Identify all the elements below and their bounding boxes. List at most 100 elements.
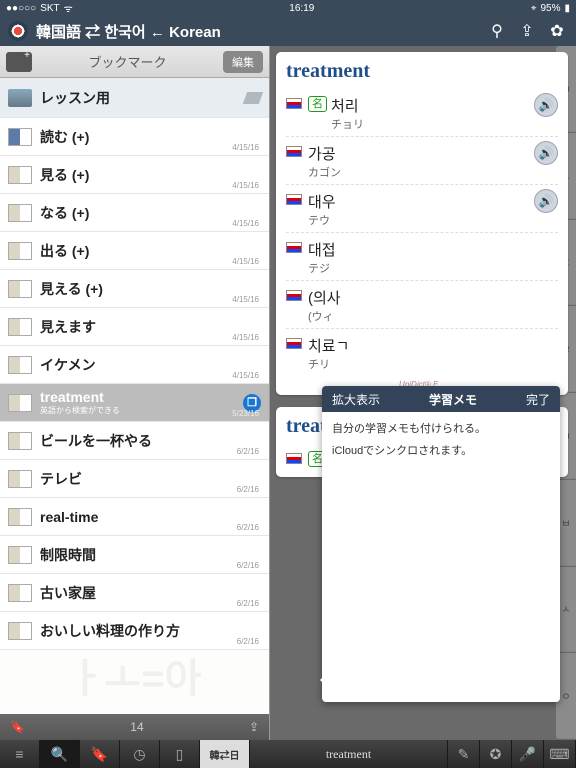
share-icon[interactable]: ⇪ bbox=[516, 20, 538, 42]
current-word: treatment bbox=[250, 740, 448, 768]
korean-text: (의사 bbox=[308, 287, 341, 308]
flag-kr-icon bbox=[286, 290, 302, 301]
tag-icon[interactable]: 🔖 bbox=[10, 720, 25, 734]
memo-line: 自分の学習メモも付けられる。 bbox=[332, 420, 550, 436]
katakana-text: (ウィ bbox=[308, 308, 341, 324]
bookmark-pane: ブックマーク 編集 ㅏㅗ=아 ㅏㅗ=아 レッスン用 読む (+) 4/15/16… bbox=[0, 46, 270, 740]
clock: 16:19 bbox=[289, 3, 314, 14]
bookmark-label: 出る (+) bbox=[40, 241, 89, 261]
speaker-icon[interactable]: 🔊 bbox=[534, 141, 558, 165]
wifi-icon: ᯤ bbox=[64, 1, 73, 15]
bookmark-label: テレビ bbox=[40, 469, 82, 489]
bookmark-label: なる (+) bbox=[40, 203, 89, 223]
keyboard-icon[interactable]: ⌨ bbox=[544, 740, 576, 768]
bookmark-item[interactable]: 読む (+) 4/15/16 bbox=[0, 118, 269, 156]
bookmark-date: 4/15/16 bbox=[232, 333, 259, 342]
flag-kr-icon bbox=[286, 338, 302, 349]
bookmark-label: 読む (+) bbox=[40, 127, 89, 147]
bookmark-count: 14 bbox=[25, 720, 249, 734]
book-icon bbox=[8, 394, 32, 412]
watermark: ㅏㅗ=아 bbox=[68, 646, 202, 704]
bookmark-item[interactable]: 見える (+) 4/15/16 bbox=[0, 270, 269, 308]
bookmark-item[interactable]: 古い家屋 6/2/16 bbox=[0, 574, 269, 612]
flag-kr-icon bbox=[286, 146, 302, 157]
book-icon bbox=[8, 128, 32, 146]
book-icon bbox=[8, 508, 32, 526]
export-icon[interactable]: ⇪ bbox=[249, 720, 259, 734]
gear-icon[interactable]: ✿ bbox=[546, 20, 568, 42]
flag-kr-icon bbox=[286, 242, 302, 253]
memo-title: 学習メモ bbox=[390, 391, 516, 408]
book-icon bbox=[8, 356, 32, 374]
speaker-icon[interactable]: 🔊 bbox=[534, 93, 558, 117]
bottom-toolbar: ≡ 🔍 🔖 ◷ ▯ 韓⇄日 treatment ✎ ✪ 🎤 ⌨ bbox=[0, 740, 576, 768]
pin-icon[interactable]: ⚲ bbox=[486, 20, 508, 42]
memo-textarea[interactable]: 自分の学習メモも付けられる。 iCloudでシンクロされます。 bbox=[322, 412, 560, 702]
katakana-text: テウ bbox=[308, 212, 336, 228]
edit-button[interactable]: 編集 bbox=[223, 51, 263, 73]
korean-text: 가공 bbox=[308, 143, 341, 164]
headword: treatment bbox=[286, 60, 558, 83]
badge-icon[interactable]: ✪ bbox=[480, 740, 512, 768]
eraser-icon[interactable] bbox=[243, 92, 263, 104]
definition-row: 대접 テジ bbox=[286, 233, 558, 281]
bookmark-sub: 英語から検索ができる bbox=[40, 405, 120, 416]
app-logo-icon bbox=[8, 21, 28, 41]
bookmark-item[interactable]: なる (+) 4/15/16 bbox=[0, 194, 269, 232]
bookmark-item[interactable]: 見る (+) 4/15/16 bbox=[0, 156, 269, 194]
bookmark-list: ㅏㅗ=아 ㅏㅗ=아 レッスン用 読む (+) 4/15/16 見る (+) 4/… bbox=[0, 78, 269, 714]
bookmark-label: 見える (+) bbox=[40, 279, 103, 299]
korean-text: 대우 bbox=[308, 191, 336, 212]
bookmark-date: 4/15/16 bbox=[232, 181, 259, 190]
bluetooth-icon: ⌖ bbox=[531, 3, 537, 14]
memo-expand-button[interactable]: 拡大表示 bbox=[322, 391, 390, 408]
menu-icon[interactable]: ≡ bbox=[0, 740, 40, 768]
flag-kr-icon bbox=[286, 98, 302, 109]
bookmark-label: 制限時間 bbox=[40, 545, 96, 565]
bookmark-footer: 🔖 14 ⇪ bbox=[0, 714, 269, 740]
korean-text: 치료ㄱ bbox=[308, 335, 349, 356]
pos-badge: 名 bbox=[308, 96, 327, 112]
bookmark-item[interactable]: おいしい料理の作り方 6/2/16 bbox=[0, 612, 269, 650]
bookmark-date: 6/2/16 bbox=[237, 523, 259, 532]
memo-done-button[interactable]: 完了 bbox=[516, 391, 560, 408]
definition-pane: ㄱㄴㄷㄹㅁㅂㅅㅇ treatment 名 처리 チョリ 🔊 가공 カゴン 🔊 대… bbox=[270, 46, 576, 740]
book-icon bbox=[8, 166, 32, 184]
bookmark-item[interactable]: 出る (+) 4/15/16 bbox=[0, 232, 269, 270]
book-icon bbox=[8, 204, 32, 222]
bookmark-item[interactable]: ビールを一杯やる 6/2/16 bbox=[0, 422, 269, 460]
bookmark-date: 6/2/16 bbox=[237, 561, 259, 570]
book-icon bbox=[8, 280, 32, 298]
bookmark-item[interactable]: 見えます 4/15/16 bbox=[0, 308, 269, 346]
mic-icon[interactable]: 🎤 bbox=[512, 740, 544, 768]
bookmark-title: ブックマーク bbox=[38, 52, 217, 71]
definition-row: 대우 テウ 🔊 bbox=[286, 185, 558, 233]
bookmark-item[interactable]: イケメン 4/15/16 bbox=[0, 346, 269, 384]
katakana-text: カゴン bbox=[308, 164, 341, 180]
bookmark-date: 6/2/16 bbox=[237, 599, 259, 608]
bookmark-label: レッスン用 bbox=[40, 88, 110, 108]
search-icon[interactable]: 🔍 bbox=[40, 740, 80, 768]
bookmark-item[interactable]: 制限時間 6/2/16 bbox=[0, 536, 269, 574]
bookmark-date: 5/23/16 bbox=[232, 409, 259, 418]
history-icon[interactable]: ◷ bbox=[120, 740, 160, 768]
speaker-icon[interactable]: 🔊 bbox=[534, 189, 558, 213]
bookmark-icon[interactable]: 🔖 bbox=[80, 740, 120, 768]
bookmark-item[interactable]: テレビ 6/2/16 bbox=[0, 460, 269, 498]
card-icon[interactable]: ▯ bbox=[160, 740, 200, 768]
signal-dots-icon: ●●○○○ bbox=[6, 3, 36, 14]
bookmark-item[interactable]: treatment英語から検索ができる ❐ 5/23/16 bbox=[0, 384, 269, 422]
memo-line: iCloudでシンクロされます。 bbox=[332, 442, 550, 458]
status-bar: ●●○○○ SKT ᯤ 16:19 ⌖ 95% ▮ bbox=[0, 0, 576, 16]
bookmark-item[interactable]: レッスン用 bbox=[0, 78, 269, 118]
battery-pct: 95% bbox=[540, 3, 560, 14]
lang-toggle[interactable]: 韓⇄日 bbox=[200, 740, 250, 768]
bookmark-item[interactable]: real-time 6/2/16 bbox=[0, 498, 269, 536]
book-icon bbox=[8, 432, 32, 450]
bookmark-date: 4/15/16 bbox=[232, 257, 259, 266]
note-icon[interactable]: ✎ bbox=[448, 740, 480, 768]
definition-row: 名 처리 チョリ 🔊 bbox=[286, 89, 558, 137]
book-icon bbox=[8, 89, 32, 107]
definition-row: 치료ㄱ チリ bbox=[286, 329, 558, 376]
add-folder-button[interactable] bbox=[6, 52, 32, 72]
